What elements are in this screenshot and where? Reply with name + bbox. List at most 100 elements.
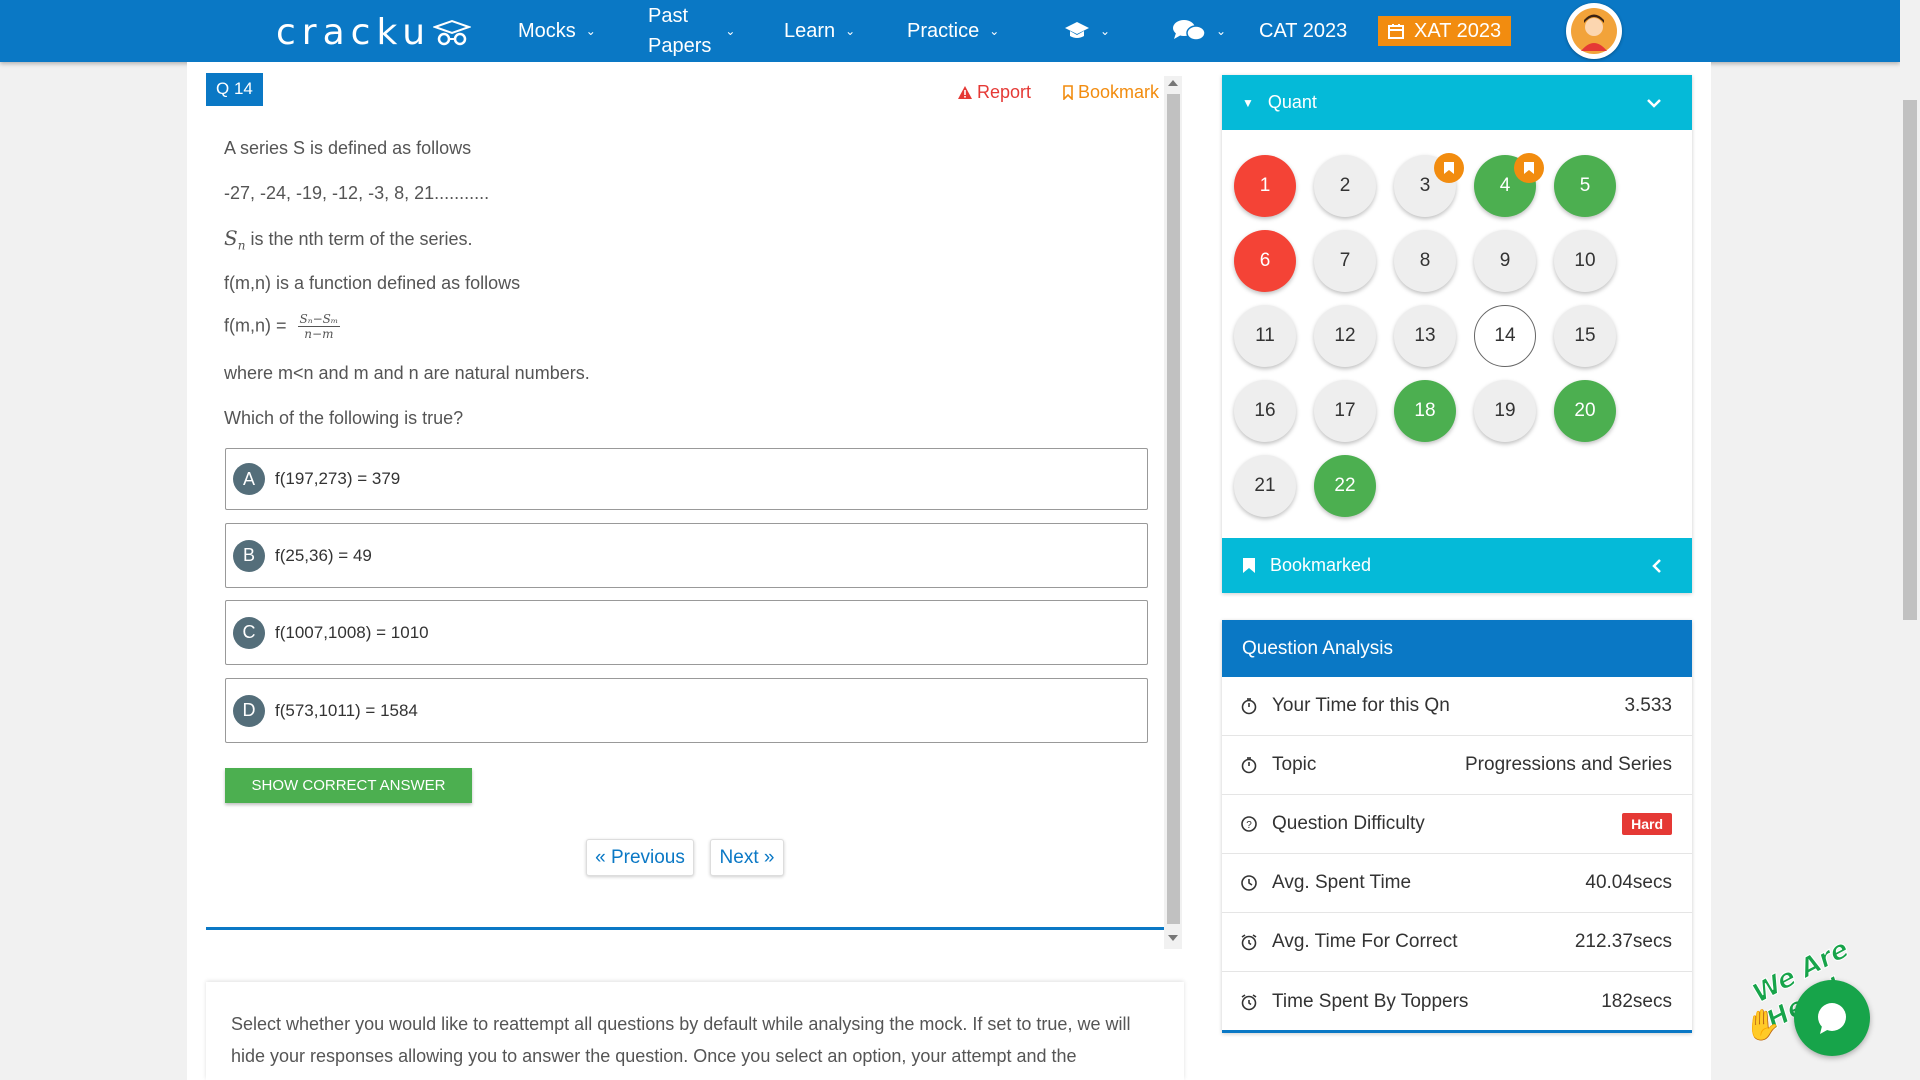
user-avatar[interactable]: [1566, 3, 1622, 59]
section-quant-header[interactable]: ▼ Quant: [1222, 75, 1692, 130]
sn-subscript: n: [237, 238, 246, 253]
chevron-left-icon: [1652, 558, 1661, 573]
chevron-down-icon: ⌄: [989, 24, 1000, 38]
fraction-denominator: n−m: [304, 327, 334, 341]
palette-question-14[interactable]: 14: [1474, 305, 1536, 367]
bookmark-marker-icon: [1434, 153, 1464, 183]
palette-question-8[interactable]: 8: [1394, 230, 1456, 292]
palette-question-16[interactable]: 16: [1234, 380, 1296, 442]
graduation-cap-icon: [1065, 22, 1089, 38]
analysis-label: Avg. Time For Correct: [1272, 931, 1458, 952]
chat-bubbles-icon: [1173, 20, 1206, 41]
xat-2023-label: XAT 2023: [1414, 19, 1502, 42]
nav-past-label-2: Papers: [648, 35, 712, 57]
palette-question-19[interactable]: 19: [1474, 380, 1536, 442]
question-line-1: A series S is defined as follows: [224, 138, 472, 158]
cracku-logo[interactable]: cracku: [276, 12, 472, 53]
logo-text: cracku: [276, 12, 432, 53]
palette-question-22[interactable]: 22: [1314, 455, 1376, 517]
option-text: f(1007,1008) = 1010: [275, 622, 429, 642]
option-text: f(573,1011) = 1584: [275, 700, 418, 720]
nav-learn[interactable]: Learn ⌄: [784, 0, 855, 62]
stopwatch-icon: [1240, 756, 1262, 774]
palette-question-6[interactable]: 6: [1234, 230, 1296, 292]
analysis-row-your-time: Your Time for this Qn 3.533: [1222, 677, 1692, 736]
svg-text:?: ?: [1246, 820, 1252, 831]
question-series: -27, -24, -19, -12, -3, 8, 21...........: [224, 183, 490, 203]
report-button[interactable]: Report: [957, 82, 1031, 103]
next-button[interactable]: Next »: [710, 839, 784, 876]
palette-question-2[interactable]: 2: [1314, 155, 1376, 217]
analysis-row-avg-time: Avg. Spent Time 40.04secs: [1222, 854, 1692, 913]
analysis-value: 40.04secs: [1585, 872, 1672, 893]
chevron-down-icon: ⌄: [845, 24, 856, 38]
alarm-clock-icon: [1240, 933, 1262, 951]
palette-question-7[interactable]: 7: [1314, 230, 1376, 292]
palette-question-12[interactable]: 12: [1314, 305, 1376, 367]
fmn-prefix: f(m,n) =: [224, 315, 287, 336]
waving-hand-icon: ✋: [1744, 1009, 1782, 1042]
palette-question-5[interactable]: 5: [1554, 155, 1616, 217]
analysis-value: 182secs: [1601, 990, 1672, 1012]
palette-question-17[interactable]: 17: [1314, 380, 1376, 442]
option-a[interactable]: A f(197,273) = 379: [225, 448, 1148, 510]
nav-cat-2023[interactable]: CAT 2023: [1259, 0, 1347, 62]
analysis-label: Avg. Spent Time: [1272, 872, 1412, 893]
analysis-row-topic: Topic Progressions and Series: [1222, 736, 1692, 795]
caret-down-icon: ▼: [1242, 95, 1254, 110]
palette-question-13[interactable]: 13: [1394, 305, 1456, 367]
fmn-formula: f(m,n) = Sₙ−Sₘ n−m: [224, 312, 341, 341]
nav-practice[interactable]: Practice ⌄: [907, 0, 999, 62]
analysis-label: Time Spent By Toppers: [1272, 990, 1469, 1012]
bookmark-label: Bookmark: [1078, 82, 1160, 102]
option-b[interactable]: B f(25,36) = 49: [225, 523, 1148, 588]
difficulty-badge: Hard: [1622, 813, 1672, 835]
analysis-label: Topic: [1272, 754, 1317, 775]
report-label: Report: [977, 82, 1032, 102]
option-letter: A: [233, 463, 265, 495]
analysis-row-difficulty: ? Question Difficulty Hard: [1222, 795, 1692, 854]
palette-question-9[interactable]: 9: [1474, 230, 1536, 292]
question-number-badge: Q 14: [206, 73, 263, 106]
page-scrollbar-thumb[interactable]: [1903, 100, 1917, 620]
question-prompt: Which of the following is true?: [224, 408, 464, 428]
palette-question-21[interactable]: 21: [1234, 455, 1296, 517]
nav-mocks-label: Mocks: [518, 19, 576, 42]
bookmark-icon: [1243, 558, 1255, 573]
option-d[interactable]: D f(573,1011) = 1584: [225, 678, 1148, 743]
palette-question-11[interactable]: 11: [1234, 305, 1296, 367]
analysis-label: Your Time for this Qn: [1272, 695, 1450, 716]
bookmarked-label: Bookmarked: [1270, 555, 1372, 575]
option-text: f(197,273) = 379: [275, 469, 401, 488]
analysis-value: Progressions and Series: [1465, 754, 1672, 775]
xat-2023-button[interactable]: XAT 2023: [1378, 16, 1512, 46]
question-analysis-title: Question Analysis: [1222, 620, 1692, 677]
bookmarked-header[interactable]: Bookmarked: [1222, 538, 1692, 593]
scroll-down-arrow-icon[interactable]: [1168, 935, 1178, 941]
palette-question-10[interactable]: 10: [1554, 230, 1616, 292]
palette-question-20[interactable]: 20: [1554, 380, 1616, 442]
analysis-value: 3.533: [1624, 695, 1672, 716]
bookmark-outline-icon: [1063, 85, 1073, 100]
option-letter: B: [233, 539, 265, 572]
question-line-5: where m<n and m and n are natural number…: [224, 363, 590, 383]
nav-mocks[interactable]: Mocks ⌄: [518, 0, 596, 62]
chevron-down-icon: ⌄: [1216, 24, 1227, 38]
calendar-icon: [1388, 24, 1404, 39]
nav-past-papers[interactable]: Past Papers ⌄: [648, 0, 735, 62]
question-scrollbar-thumb[interactable]: [1167, 94, 1180, 924]
bookmark-button[interactable]: Bookmark: [1062, 82, 1159, 103]
nav-courses[interactable]: ⌄: [1064, 0, 1110, 62]
chat-launcher-button[interactable]: [1794, 980, 1870, 1056]
nav-forum[interactable]: ⌄: [1172, 0, 1226, 62]
show-correct-answer-button[interactable]: SHOW CORRECT ANSWER: [225, 768, 472, 803]
palette-question-18[interactable]: 18: [1394, 380, 1456, 442]
analysis-row-toppers-time: Time Spent By Toppers 182secs: [1222, 972, 1692, 1031]
analysis-row-avg-correct: Avg. Time For Correct 212.37secs: [1222, 913, 1692, 972]
palette-question-1[interactable]: 1: [1234, 155, 1296, 217]
scroll-up-arrow-icon[interactable]: [1168, 80, 1178, 86]
nav-past-label-1: Past: [648, 5, 689, 27]
option-c[interactable]: C f(1007,1008) = 1010: [225, 600, 1148, 665]
palette-question-15[interactable]: 15: [1554, 305, 1616, 367]
previous-button[interactable]: « Previous: [586, 839, 694, 876]
